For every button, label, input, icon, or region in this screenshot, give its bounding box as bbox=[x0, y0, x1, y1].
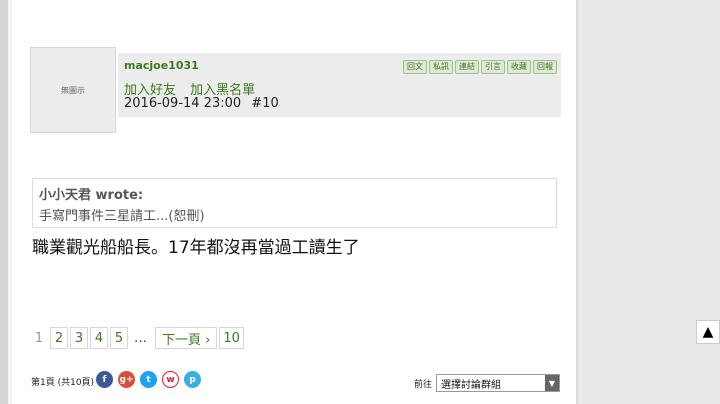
left-rail bbox=[0, 0, 8, 404]
plurk-icon[interactable]: p bbox=[184, 371, 201, 388]
message-button[interactable]: 私訊 bbox=[429, 60, 453, 74]
post-action-buttons: 回文 私訊 連結 引言 收藏 回報 bbox=[403, 60, 557, 74]
post-number[interactable]: #10 bbox=[251, 96, 278, 111]
post-body: 職業觀光船船長。17年都沒再當過工讀生了 bbox=[32, 238, 360, 258]
last-page-link[interactable]: 10 bbox=[219, 327, 244, 349]
page-current: 1 bbox=[30, 327, 48, 349]
link-button[interactable]: 連結 bbox=[455, 60, 479, 74]
pagination: 1 2 3 4 5 … 下一頁 › 10 bbox=[30, 327, 246, 349]
goto-label: 前往 bbox=[414, 380, 433, 390]
post-datetime: 2016-09-14 23:00 bbox=[124, 96, 242, 111]
post-header: macjoe1031 加入好友 加入黑名單 2016-09-14 23:00 #… bbox=[118, 53, 561, 117]
page-link[interactable]: 4 bbox=[90, 327, 108, 349]
chevron-down-icon: ▼ bbox=[545, 375, 559, 391]
quote-author: 小小天君 wrote: bbox=[39, 188, 144, 203]
forum-group-select-value: 選擇討論群組 bbox=[441, 379, 501, 391]
next-page-button[interactable]: 下一頁 › bbox=[155, 327, 218, 349]
page-link[interactable]: 2 bbox=[50, 327, 68, 349]
quote-box: 小小天君 wrote: 手寫門事件三星請工...(恕刪) bbox=[32, 178, 557, 228]
google-plus-icon[interactable]: g+ bbox=[118, 371, 135, 388]
weibo-icon[interactable]: w bbox=[162, 371, 179, 388]
reply-button[interactable]: 回文 bbox=[403, 60, 427, 74]
page-info: 第1頁 (共10頁) bbox=[31, 378, 95, 388]
avatar-text: 無圖示 bbox=[61, 85, 85, 95]
back-to-top-button[interactable]: ▲ bbox=[696, 320, 720, 344]
report-button[interactable]: 回報 bbox=[533, 60, 557, 74]
post-meta: 2016-09-14 23:00 #10 bbox=[124, 96, 279, 111]
bookmark-button[interactable]: 收藏 bbox=[507, 60, 531, 74]
quote-button[interactable]: 引言 bbox=[481, 60, 505, 74]
right-divider bbox=[576, 0, 578, 404]
forum-group-select[interactable]: 選擇討論群組 ▼ bbox=[436, 374, 560, 392]
page-ellipsis: … bbox=[134, 330, 147, 346]
twitter-icon[interactable]: t bbox=[140, 371, 157, 388]
social-share: f g+ t w p bbox=[96, 371, 201, 388]
username-link[interactable]: macjoe1031 bbox=[124, 59, 199, 72]
page-link[interactable]: 3 bbox=[70, 327, 88, 349]
avatar[interactable]: 無圖示 bbox=[30, 47, 116, 133]
facebook-icon[interactable]: f bbox=[96, 371, 113, 388]
arrow-up-icon: ▲ bbox=[702, 324, 714, 340]
quote-text: 手寫門事件三星請工...(恕刪) bbox=[39, 209, 205, 224]
page-link[interactable]: 5 bbox=[110, 327, 128, 349]
